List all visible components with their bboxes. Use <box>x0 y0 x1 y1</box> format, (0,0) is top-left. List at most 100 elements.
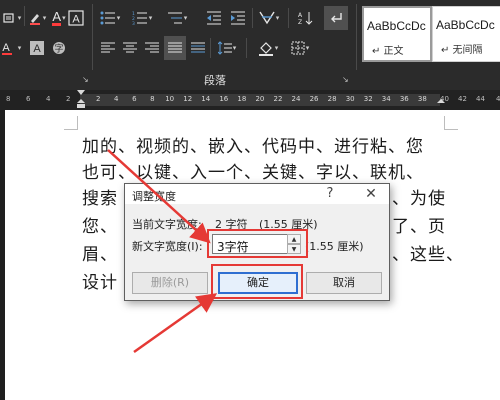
svg-text:Z: Z <box>298 19 302 25</box>
ruler-number: 44 <box>476 95 485 103</box>
crop-mark <box>444 116 458 130</box>
bullets-icon <box>100 11 115 25</box>
align-center-icon <box>123 42 137 53</box>
ruler-number: 18 <box>237 95 247 103</box>
document-line: 您、 <box>82 217 118 237</box>
new-width-label: 新文字宽度(I): <box>132 240 203 253</box>
right-indent-marker-icon[interactable] <box>436 90 446 110</box>
sort-icon: AZ <box>298 12 313 25</box>
character-shading-button[interactable]: A <box>28 38 46 58</box>
current-width-value: 2 字符 <box>215 218 248 231</box>
font-color-button-2[interactable]: A <box>0 38 14 58</box>
ok-button[interactable]: 确定 <box>218 272 298 294</box>
enclose-characters-button[interactable]: 字 <box>50 38 68 58</box>
sort-button[interactable]: AZ <box>296 8 316 28</box>
new-width-cm: (1.55 厘米) <box>305 240 364 253</box>
ruler-number: 14 <box>201 95 211 103</box>
ruler-number: 34 <box>381 95 391 103</box>
ruler-number: 4 <box>496 95 500 103</box>
crop-mark <box>64 116 78 130</box>
line-spacing-button[interactable]: ▾ <box>214 38 240 58</box>
borders-icon <box>291 41 305 55</box>
bullets-button[interactable]: ▾ <box>98 8 122 28</box>
style-normal[interactable]: AaBbCcDc ↵ 正文 <box>362 6 432 62</box>
paragraph-dialog-launcher-icon[interactable]: ↘ <box>342 75 349 84</box>
document-line: 设计 <box>82 273 118 293</box>
ruler-number: 4 <box>114 95 119 103</box>
line-spacing-icon <box>217 41 232 55</box>
help-icon[interactable]: ? <box>321 185 339 203</box>
document-line-tail: 、这些、 <box>392 245 464 265</box>
indent-marker-icon[interactable] <box>76 90 86 110</box>
text-effects-button[interactable]: ▾ <box>2 8 22 28</box>
ruler-number: 2 <box>96 95 101 103</box>
highlight-color-button[interactable]: ▾ <box>27 8 47 28</box>
new-width-value: 3字符 <box>217 240 249 254</box>
style-sample: AaBbCcDc <box>367 19 426 33</box>
ruler-number: 12 <box>183 95 193 103</box>
decrease-indent-button[interactable] <box>204 8 224 28</box>
increase-indent-icon <box>231 11 245 25</box>
new-width-input[interactable]: 3字符 <box>212 234 290 254</box>
character-shading-icon: A <box>30 41 44 55</box>
ruler-number: 10 <box>165 95 175 103</box>
ruler-number: 36 <box>399 95 409 103</box>
ruler-number: 4 <box>46 95 51 103</box>
font-color-dropdown[interactable]: ▾ <box>14 38 24 58</box>
chevron-down-icon: ▾ <box>17 44 22 52</box>
cancel-button[interactable]: 取消 <box>306 272 382 294</box>
adjust-width-dialog: 调整宽度 ? ✕ 当前文字宽度: 2 字符 (1.55 厘米) 新文字宽度(I)… <box>124 183 390 301</box>
paragraph-group-label: 段落 <box>204 74 226 87</box>
show-formatting-marks-button[interactable] <box>324 6 348 30</box>
increase-indent-button[interactable] <box>228 8 248 28</box>
ribbon: ▾ ▾ A ▾ A A ▾ A 字 ▾ 123 ▾ ▾ ▾ A Z ▾ ▾ ▾ … <box>0 0 500 90</box>
document-line: 眉、 <box>82 245 118 265</box>
shading-button[interactable]: ▾ <box>254 38 282 58</box>
align-left-icon <box>101 42 115 53</box>
delete-button[interactable]: 删除(R) <box>132 272 208 294</box>
svg-text:A: A <box>298 12 303 19</box>
align-center-button[interactable] <box>120 38 140 58</box>
font-color-icon: A <box>52 8 62 26</box>
text-effects-icon <box>3 13 14 23</box>
ruler-number: 2 <box>66 95 71 103</box>
spin-down-icon[interactable]: ▼ <box>287 244 301 254</box>
font-dialog-launcher-icon[interactable]: ↘ <box>82 75 89 84</box>
svg-text:字: 字 <box>54 43 63 55</box>
style-name: ↵ 正文 <box>372 46 404 57</box>
character-border-button[interactable]: A <box>66 8 86 28</box>
enclose-characters-icon: 字 <box>53 42 65 55</box>
ruler-number: 8 <box>150 95 155 103</box>
chevron-down-icon: ▾ <box>305 44 310 52</box>
spin-up-icon[interactable]: ▲ <box>287 234 301 244</box>
distributed-button[interactable] <box>188 38 208 58</box>
align-left-button[interactable] <box>98 38 118 58</box>
close-icon[interactable]: ✕ <box>361 185 381 203</box>
paragraph-mark-icon <box>331 13 342 23</box>
ruler[interactable]: 8 6 4 2 2 4 6 8 10 12 14 16 18 20 22 24 26 28 30 32 34 36 38 40… <box>0 90 500 110</box>
svg-text:3: 3 <box>132 21 135 25</box>
svg-text:A: A <box>72 14 80 26</box>
borders-button[interactable]: ▾ <box>286 38 314 58</box>
multilevel-list-icon <box>167 12 182 24</box>
align-right-button[interactable] <box>142 38 162 58</box>
ruler-number: 26 <box>309 95 319 103</box>
svg-text:A: A <box>33 43 41 55</box>
multilevel-list-button[interactable]: ▾ <box>165 8 189 28</box>
paint-bucket-icon <box>258 42 273 56</box>
chevron-down-icon: ▾ <box>116 14 121 22</box>
document-line: 加的、视频的、嵌入、代码中、进行粘、您 <box>82 137 424 157</box>
document-line: 也可、以键、入一个、关键、字以、联机、 <box>82 163 424 183</box>
ruler-number: 38 <box>417 95 427 103</box>
character-border-icon: A <box>68 10 84 26</box>
chevron-down-icon: ▾ <box>17 14 22 22</box>
dialog-titlebar[interactable]: 调整宽度 ? ✕ <box>125 184 389 204</box>
chinese-layout-button[interactable]: ▾ <box>256 8 282 28</box>
justify-button[interactable] <box>164 36 186 60</box>
document-line: 搜索 <box>82 189 118 209</box>
numbering-button[interactable]: 123 ▾ <box>130 8 154 28</box>
chevron-down-icon: ▾ <box>42 14 47 22</box>
style-no-spacing[interactable]: AaBbCcDc ↵ 无间隔 <box>432 6 500 62</box>
ruler-number: 42 <box>458 95 467 103</box>
ruler-number: 30 <box>345 95 355 103</box>
